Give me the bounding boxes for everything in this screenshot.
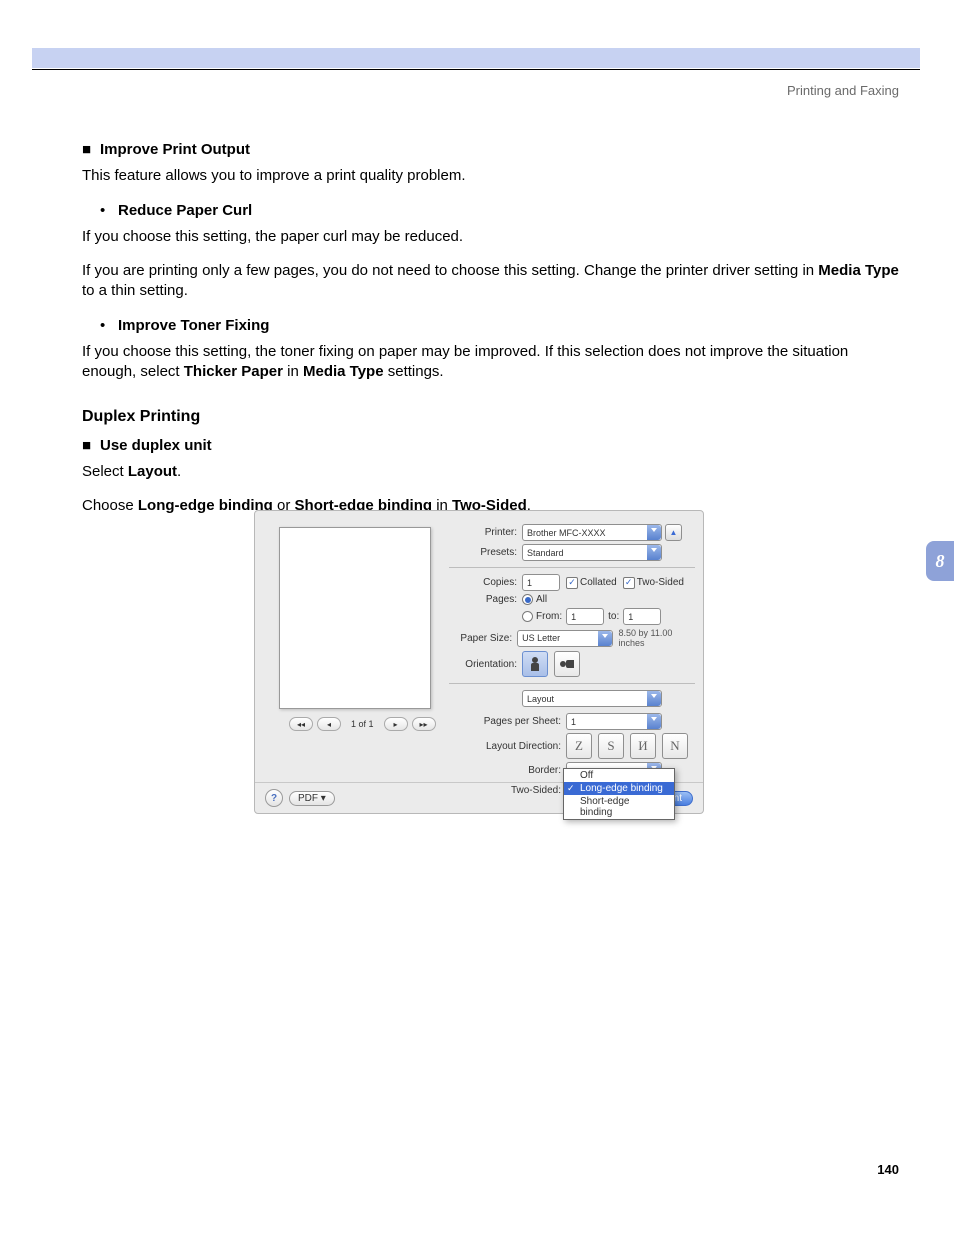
two-sided-label: Two-Sided [637, 577, 684, 588]
section-header: Printing and Faxing [787, 83, 899, 98]
orientation-label: Orientation: [449, 659, 522, 670]
pages-per-sheet-label: Pages per Sheet: [449, 716, 566, 727]
pages-per-sheet-select[interactable]: 1 [566, 713, 662, 730]
printer-label: Printer: [449, 527, 522, 538]
border-label: Border: [449, 765, 566, 776]
pages-from-label: From: [536, 611, 562, 622]
from-value: 1 [571, 612, 576, 622]
paper-size-select[interactable]: US Letter [517, 630, 612, 647]
page-number: 140 [877, 1162, 899, 1177]
two-sided-option-off[interactable]: Off [564, 769, 674, 782]
pps-value: 1 [571, 717, 576, 727]
help-icon: ? [271, 793, 277, 804]
pages-to-label: to: [608, 611, 619, 622]
dp2a: Choose [82, 497, 138, 514]
nav-next-button[interactable]: ▸ [384, 717, 408, 731]
reduce-paper-curl-title: Reduce Paper Curl [118, 201, 252, 221]
improve-desc: This feature allows you to improve a pri… [82, 166, 899, 186]
print-dialog: ◂◂ ◂ 1 of 1 ▸ ▸▸ Printer: Brother MFC-XX… [254, 510, 704, 814]
toner-end: settings. [384, 363, 444, 380]
reduce-p1: If you choose this setting, the paper cu… [82, 227, 899, 247]
duplex-p1: Select Layout. [82, 462, 899, 482]
layout-dir-3-button[interactable]: И [630, 733, 656, 759]
nav-prev-button[interactable]: ◂ [317, 717, 341, 731]
square-bullet-icon: ■ [82, 436, 100, 456]
improve-toner-title: Improve Toner Fixing [118, 316, 269, 336]
nav-last-button[interactable]: ▸▸ [412, 717, 436, 731]
chapter-number: 8 [936, 551, 945, 572]
two-sided-option-long[interactable]: Long-edge binding [564, 782, 674, 795]
dot-bullet-icon: • [100, 201, 118, 221]
person-portrait-icon [530, 657, 540, 671]
top-rule [32, 69, 920, 70]
person-landscape-icon [560, 659, 574, 669]
layout-dir-2-button[interactable]: S [598, 733, 624, 759]
preview-nav: ◂◂ ◂ 1 of 1 ▸ ▸▸ [289, 717, 436, 731]
printer-select[interactable]: Brother MFC-XXXX [522, 524, 662, 541]
toner-bold2: Media Type [303, 363, 384, 380]
printer-value: Brother MFC-XXXX [527, 528, 606, 538]
two-sided-option-short[interactable]: Short-edge binding [564, 795, 674, 819]
layout-dir-1-button[interactable]: Z [566, 733, 592, 759]
presets-select[interactable]: Standard [522, 544, 662, 561]
pages-to-input[interactable]: 1 [623, 608, 661, 625]
layout-dir-4-button[interactable]: N [662, 733, 688, 759]
paper-dims: 8.50 by 11.00 inches [619, 628, 695, 648]
help-button[interactable]: ? [265, 789, 283, 807]
to-value: 1 [628, 612, 633, 622]
copies-label: Copies: [449, 577, 522, 588]
chapter-tab: 8 [926, 541, 954, 581]
dp1b: Layout [128, 463, 177, 480]
paper-size-value: US Letter [522, 633, 560, 643]
dp1c: . [177, 463, 181, 480]
pages-from-input[interactable]: 1 [566, 608, 604, 625]
collated-checkbox[interactable] [566, 577, 578, 589]
reduce-p2a: If you are printing only a few pages, yo… [82, 262, 818, 279]
orientation-portrait-button[interactable] [522, 651, 548, 677]
page-content: ■ Improve Print Output This feature allo… [82, 140, 899, 531]
collapse-button[interactable]: ▲ [665, 524, 682, 541]
pdf-label: PDF ▾ [298, 793, 326, 804]
copies-value: 1 [527, 578, 532, 588]
pdf-menu-button[interactable]: PDF ▾ [289, 791, 335, 806]
dp1a: Select [82, 463, 128, 480]
use-duplex-unit-title: Use duplex unit [100, 436, 212, 456]
dot-bullet-icon: • [100, 316, 118, 336]
dp2b1: Long-edge binding [138, 497, 273, 514]
two-sided-popup: Off Long-edge binding Short-edge binding [563, 768, 675, 820]
toner-mid: in [283, 363, 303, 380]
pages-label: Pages: [449, 594, 522, 605]
pages-all-radio[interactable] [522, 594, 533, 605]
panel-select[interactable]: Layout [522, 690, 662, 707]
page-preview [279, 527, 431, 709]
copies-input[interactable]: 1 [522, 574, 560, 591]
toner-p1: If you choose this setting, the toner fi… [82, 342, 899, 383]
paper-size-label: Paper Size: [449, 633, 517, 644]
layout-direction-label: Layout Direction: [449, 741, 566, 752]
orientation-landscape-button[interactable] [554, 651, 580, 677]
nav-first-button[interactable]: ◂◂ [289, 717, 313, 731]
reduce-p2b: to a thin setting. [82, 282, 188, 299]
duplex-heading: Duplex Printing [82, 406, 899, 428]
improve-print-output-title: Improve Print Output [100, 140, 250, 160]
reduce-p2-bold: Media Type [818, 262, 899, 279]
collated-label: Collated [580, 577, 617, 588]
toner-bold1: Thicker Paper [184, 363, 283, 380]
presets-label: Presets: [449, 547, 522, 558]
reduce-p2: If you are printing only a few pages, yo… [82, 261, 899, 302]
nav-page-indicator: 1 of 1 [351, 719, 374, 729]
square-bullet-icon: ■ [82, 140, 100, 160]
top-color-bar [32, 48, 920, 68]
presets-value: Standard [527, 548, 564, 558]
pages-all-label: All [536, 594, 547, 605]
panel-select-value: Layout [527, 694, 554, 704]
two-sided-checkbox[interactable] [623, 577, 635, 589]
pages-from-radio[interactable] [522, 611, 533, 622]
